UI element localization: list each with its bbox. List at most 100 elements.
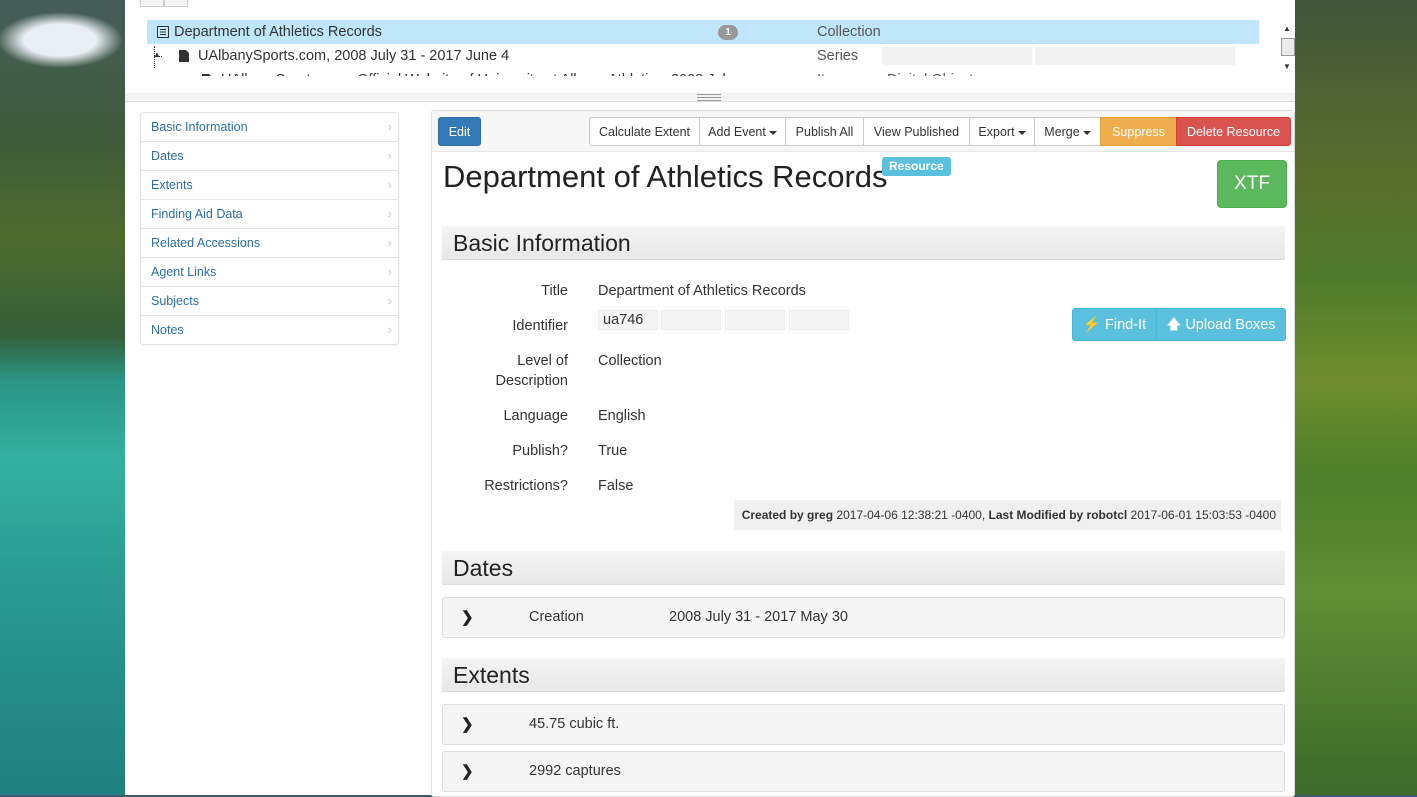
tree-connector bbox=[154, 46, 155, 68]
extent-value: 2992 captures bbox=[529, 763, 621, 779]
identifier-part-1: ua746 bbox=[598, 310, 658, 330]
scroll-up-icon[interactable]: ▲ bbox=[1283, 24, 1291, 33]
sidebar-item-label: Agent Links bbox=[151, 265, 217, 279]
restrictions-label: Restrictions? bbox=[484, 478, 568, 494]
sidebar-item-finding-aid-data[interactable]: Finding Aid Data › bbox=[141, 200, 398, 229]
extent-accordion-item[interactable]: ❯ 45.75 cubic ft. bbox=[442, 704, 1285, 745]
audit-info: Created by greg 2017-04-06 12:38:21 -040… bbox=[734, 500, 1281, 530]
sidebar-item-subjects[interactable]: Subjects › bbox=[141, 287, 398, 316]
upload-boxes-label: Upload Boxes bbox=[1185, 317, 1276, 333]
tree-cell bbox=[882, 47, 1032, 65]
caret-down-icon bbox=[1082, 130, 1091, 135]
tree-collapse-button[interactable] bbox=[164, 0, 188, 7]
chevron-right-icon: › bbox=[387, 206, 392, 221]
merge-button[interactable]: Merge bbox=[1034, 117, 1101, 146]
record-toolbar: Edit Calculate Extent Add Event Publish … bbox=[432, 111, 1294, 152]
sidebar-item-notes[interactable]: Notes › bbox=[141, 316, 398, 344]
file-icon bbox=[179, 50, 189, 62]
grip-icon bbox=[697, 94, 721, 101]
sidebar-item-label: Finding Aid Data bbox=[151, 207, 243, 221]
identifier-part-2 bbox=[661, 310, 721, 330]
tree-row-type: Digital Object bbox=[887, 68, 973, 76]
merge-label: Merge bbox=[1044, 125, 1080, 139]
date-value: 2008 July 31 - 2017 May 30 bbox=[669, 609, 848, 625]
chevron-right-icon: › bbox=[387, 148, 392, 163]
level-value: Collection bbox=[598, 353, 662, 369]
chevron-right-icon: › bbox=[387, 177, 392, 192]
date-accordion-item[interactable]: ❯ Creation 2008 July 31 - 2017 May 30 bbox=[442, 597, 1285, 638]
title-value: Department of Athletics Records bbox=[598, 283, 806, 299]
find-it-label: Find-It bbox=[1105, 317, 1147, 333]
add-event-label: Add Event bbox=[708, 125, 766, 139]
publish-label: Publish? bbox=[512, 443, 568, 459]
upload-boxes-button[interactable]: 🡅 Upload Boxes bbox=[1156, 308, 1286, 341]
tree-resize-handle[interactable] bbox=[125, 93, 1295, 102]
sidebar-item-related-accessions[interactable]: Related Accessions › bbox=[141, 229, 398, 258]
file-icon bbox=[202, 74, 211, 76]
record-sidebar: Basic Information › Dates › Extents › Findi… bbox=[140, 112, 399, 345]
arrow-up-icon: 🡅 bbox=[1166, 317, 1182, 333]
sidebar-item-dates[interactable]: Dates › bbox=[141, 142, 398, 171]
record-type-badge: Resource bbox=[882, 157, 951, 176]
restrictions-value: False bbox=[598, 478, 634, 494]
section-heading-dates: Dates bbox=[442, 551, 1285, 585]
date-label: Creation bbox=[529, 609, 584, 625]
resource-tree: Department of Athletics Records 1 Collec… bbox=[125, 0, 1295, 94]
tree-row-item[interactable]: UAlbanySports.com, Official Website of U… bbox=[147, 46, 1259, 76]
suppress-button[interactable]: Suppress bbox=[1100, 117, 1177, 146]
sidebar-item-agent-links[interactable]: Agent Links › bbox=[141, 258, 398, 287]
language-value: English bbox=[598, 408, 646, 424]
extent-accordion-item[interactable]: ❯ 2992 captures bbox=[442, 751, 1285, 792]
extent-value: 45.75 cubic ft. bbox=[529, 716, 620, 732]
modified-at: 2017-06-01 15:03:53 -0400 bbox=[1130, 508, 1276, 522]
tree-row-level: Series bbox=[817, 48, 859, 64]
identifier-part-4 bbox=[789, 310, 849, 330]
sidebar-item-label: Notes bbox=[151, 323, 184, 337]
caret-down-icon bbox=[1017, 130, 1026, 135]
delete-resource-button[interactable]: Delete Resource bbox=[1176, 117, 1291, 146]
tree-expand-button[interactable] bbox=[140, 0, 164, 7]
scroll-down-icon[interactable]: ▼ bbox=[1283, 62, 1291, 71]
level-label: Level of Description bbox=[443, 351, 568, 391]
level-label-line-2: Description bbox=[495, 373, 568, 389]
bolt-icon: ⚡ bbox=[1082, 317, 1101, 333]
chevron-right-icon: ❯ bbox=[461, 716, 474, 733]
chevron-right-icon: › bbox=[387, 235, 392, 250]
chevron-right-icon: › bbox=[387, 322, 392, 337]
created-at: 2017-04-06 12:38:21 -0400, bbox=[836, 508, 986, 522]
find-it-button[interactable]: ⚡ Find-It bbox=[1072, 308, 1157, 341]
sidebar-item-label: Extents bbox=[151, 178, 193, 192]
xtf-button[interactable]: XTF bbox=[1217, 160, 1287, 208]
tree-row-label: UAlbanySports.com, 2008 July 31 - 2017 J… bbox=[198, 48, 510, 64]
record-pane: Edit Calculate Extent Add Event Publish … bbox=[431, 110, 1295, 797]
tree-row-label: UAlbanySports.com, Official Website of U… bbox=[221, 68, 733, 76]
sidebar-item-extents[interactable]: Extents › bbox=[141, 171, 398, 200]
publish-all-button[interactable]: Publish All bbox=[785, 117, 864, 146]
collection-icon bbox=[157, 26, 169, 38]
modified-by: Last Modified by robotcl bbox=[988, 508, 1128, 522]
created-by: Created by greg bbox=[741, 508, 834, 522]
chevron-right-icon: › bbox=[387, 293, 392, 308]
tree-row-level: Item bbox=[817, 68, 845, 76]
tree-row-series[interactable]: ▲ UAlbanySports.com, 2008 July 31 - 2017… bbox=[147, 44, 1259, 68]
edit-button[interactable]: Edit bbox=[438, 117, 481, 146]
sidebar-item-label: Subjects bbox=[151, 294, 199, 308]
level-label-line-1: Level of bbox=[517, 353, 568, 369]
sidebar-item-label: Related Accessions bbox=[151, 236, 261, 250]
view-published-button[interactable]: View Published bbox=[863, 117, 970, 146]
scroll-thumb[interactable] bbox=[1281, 38, 1295, 56]
identifier-label: Identifier bbox=[512, 318, 568, 334]
tree-scrollbar[interactable]: ▲ ▼ bbox=[1280, 22, 1295, 74]
sidebar-item-label: Basic Information bbox=[151, 120, 248, 134]
calculate-extent-button[interactable]: Calculate Extent bbox=[589, 117, 700, 146]
sidebar-item-basic-information[interactable]: Basic Information › bbox=[141, 113, 398, 142]
add-event-button[interactable]: Add Event bbox=[699, 117, 786, 146]
record-title: Department of Athletics Records bbox=[443, 159, 888, 194]
chevron-right-icon: ❯ bbox=[461, 609, 474, 626]
chevron-right-icon: › bbox=[387, 264, 392, 279]
tree-row-label: Department of Athletics Records bbox=[174, 24, 382, 40]
sidebar-item-label: Dates bbox=[151, 149, 184, 163]
tree-row-collection[interactable]: Department of Athletics Records 1 Collec… bbox=[147, 20, 1259, 44]
export-button[interactable]: Export bbox=[969, 117, 1035, 146]
language-label: Language bbox=[503, 408, 568, 424]
